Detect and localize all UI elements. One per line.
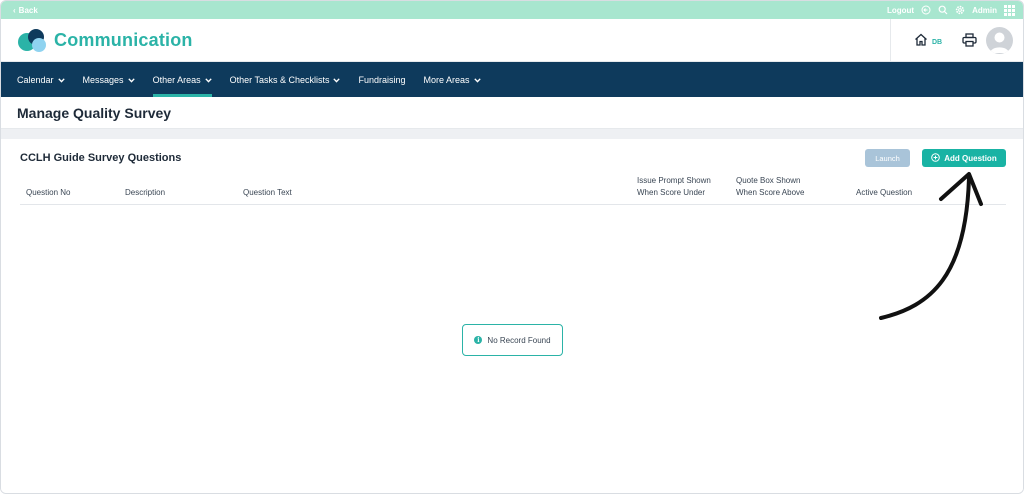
column-question-no[interactable]: Question No: [26, 187, 70, 199]
nav-item-calendar[interactable]: Calendar: [17, 62, 65, 97]
grid-icon[interactable]: [1004, 4, 1015, 16]
nav-item-messages[interactable]: Messages: [83, 62, 135, 97]
print-button[interactable]: [962, 33, 977, 52]
app-window: ‹ Back Logout Admin Communication DB Cal…: [0, 0, 1024, 494]
empty-message: No Record Found: [487, 335, 551, 345]
section-title: CCLH Guide Survey Questions: [20, 152, 182, 164]
search-icon[interactable]: [938, 5, 948, 15]
gear-icon[interactable]: [955, 5, 965, 15]
top-strip: ‹ Back Logout Admin: [1, 1, 1023, 19]
nav-item-label: Fundraising: [358, 74, 406, 85]
page-header: Manage Quality Survey: [1, 97, 1023, 129]
nav-item-other-tasks-checklists[interactable]: Other Tasks & Checklists: [230, 62, 341, 97]
nav-item-label: Other Tasks & Checklists: [229, 74, 330, 85]
chevron-down-icon: [127, 75, 135, 85]
nav-item-label: Messages: [82, 74, 124, 85]
nav-item-label: Calendar: [17, 74, 54, 85]
nav-item-label: More Areas: [423, 74, 470, 85]
user-avatar-icon: [990, 32, 1009, 53]
chevron-down-icon: [57, 75, 65, 85]
printer-icon: [962, 33, 977, 51]
chevron-down-icon: [204, 75, 212, 85]
add-question-button[interactable]: Add Question: [922, 149, 1006, 167]
curved-arrow-icon: [879, 172, 983, 320]
column-quote-box[interactable]: Quote Box Shown When Score Above: [736, 175, 836, 199]
table-header: Question No Description Question Text Is…: [20, 175, 1006, 205]
chevron-left-icon: ‹: [13, 5, 16, 15]
column-question-text[interactable]: Question Text: [243, 187, 292, 199]
nav-item-fundraising[interactable]: Fundraising: [358, 62, 405, 97]
user-label[interactable]: Admin: [972, 6, 997, 15]
column-issue-prompt[interactable]: Issue Prompt Shown When Score Under: [637, 175, 737, 199]
empty-state: i No Record Found: [462, 324, 563, 356]
nav-item-other-areas[interactable]: Other Areas: [152, 62, 212, 97]
home-icon: [914, 33, 928, 51]
home-button[interactable]: DB: [914, 33, 942, 51]
logo-icon: [18, 29, 46, 52]
header-divider: [890, 19, 891, 62]
add-question-label: Add Question: [944, 153, 997, 163]
top-strip-actions: Logout Admin: [887, 4, 1015, 16]
home-badge: DB: [932, 38, 943, 46]
nav-item-label: Other Areas: [152, 74, 201, 85]
column-description[interactable]: Description: [125, 187, 165, 199]
logout-link[interactable]: Logout: [887, 6, 914, 15]
section-gap: [1, 129, 1023, 139]
back-label: Back: [18, 5, 38, 15]
app-title: Communication: [54, 30, 193, 50]
app-header: Communication DB: [1, 19, 1023, 62]
info-icon: i: [474, 336, 483, 344]
launch-button[interactable]: Launch: [865, 149, 910, 167]
page-title: Manage Quality Survey: [17, 105, 172, 121]
nav-item-more-areas[interactable]: More Areas: [424, 62, 481, 97]
main-nav: Calendar Messages Other Areas Other Tasks &…: [1, 62, 1023, 97]
plus-circle-icon: [931, 152, 941, 164]
logout-icon[interactable]: [921, 5, 931, 15]
chevron-down-icon: [333, 75, 341, 85]
avatar[interactable]: [986, 27, 1013, 54]
back-link[interactable]: ‹ Back: [13, 6, 38, 15]
chevron-down-icon: [473, 75, 481, 85]
